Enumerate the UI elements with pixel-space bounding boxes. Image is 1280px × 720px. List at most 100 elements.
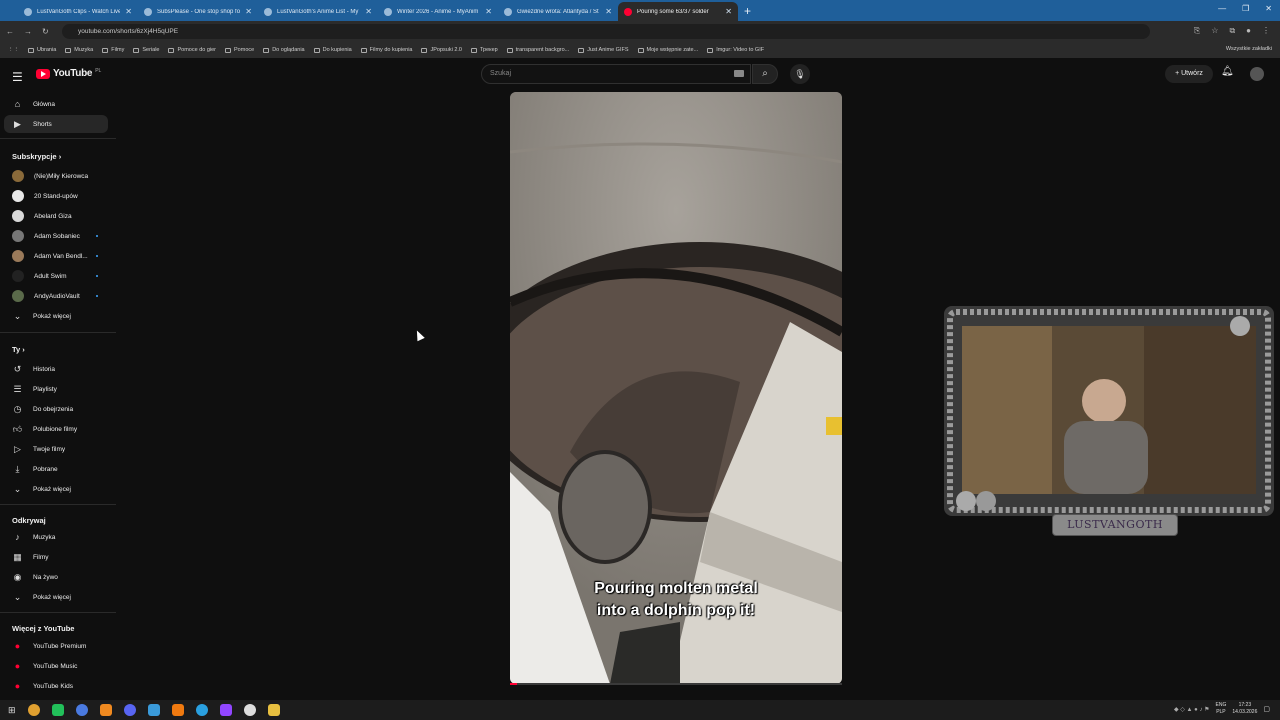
browser-taskbar-icon[interactable] [75, 704, 88, 716]
live-icon: ◉ [13, 571, 22, 582]
url-field[interactable]: youtube.com/shorts/6zXj4H5qUPE [62, 24, 1150, 39]
sidebar-section-header[interactable]: Ty › [12, 345, 25, 354]
keyboard-icon[interactable] [734, 70, 744, 77]
bookmark-item[interactable]: transparent backgro... [506, 47, 569, 53]
maximize-icon[interactable]: ❐ [1242, 4, 1249, 13]
sidebar-item[interactable]: ▷ Twoje filmy [4, 440, 108, 458]
bookmark-item[interactable]: JPopsuki 2.0 [421, 47, 462, 53]
bookmark-item[interactable]: Do kupienia [313, 47, 352, 53]
sidebar-item[interactable]: ⌄ Pokaż więcej [4, 307, 108, 325]
browser-tab[interactable]: LustVanGoth's Anime List - My ✕ [258, 2, 378, 21]
language-indicator[interactable]: ENG PLP [1216, 702, 1227, 716]
bookmark-item[interactable]: Filmy do kupienia [360, 47, 412, 53]
tab-close-icon[interactable]: ✕ [365, 7, 372, 16]
bookmark-label: Ubrania [37, 47, 57, 53]
sidebar-item[interactable]: ⌄ Pokaż więcej [4, 480, 108, 498]
telegram-taskbar-icon[interactable] [195, 704, 208, 716]
channel-avatar [12, 270, 24, 282]
sidebar-item[interactable]: ● YouTube Music [4, 657, 108, 675]
bookmark-item[interactable]: Just Anime GIFS [578, 47, 629, 53]
sidebar-item[interactable]: ● YouTube Premium [4, 637, 108, 655]
sidebar-item[interactable]: ⌄ Pokaż więcej [4, 588, 108, 606]
notification-center-icon[interactable]: ▢ [1263, 705, 1270, 713]
youtube-logo[interactable]: YouTube PL [36, 68, 101, 79]
bookmark-item[interactable]: Moje wstępnie zate... [637, 47, 698, 53]
subscription-item[interactable]: Adam Van Bendl... [4, 247, 108, 265]
create-button[interactable]: + Utwórz [1165, 65, 1213, 83]
close-icon[interactable]: ✕ [1265, 4, 1272, 13]
bookmark-item[interactable]: Ubrania [28, 47, 56, 53]
sidebar-section-header[interactable]: Odkrywaj [12, 516, 46, 525]
bookmark-item[interactable]: Pomoce do gier [168, 47, 216, 53]
bookmark-star-icon[interactable]: ☆ [1211, 26, 1218, 36]
sidebar-item[interactable]: ⌂ Główna [4, 95, 108, 113]
install-icon[interactable]: ⎘ [1194, 26, 1200, 36]
all-bookmarks-button[interactable]: Wszystkie zakładki [1226, 46, 1272, 52]
bookmark-item[interactable]: Imgur: Video to GIF [707, 47, 764, 53]
folder-taskbar-icon[interactable] [267, 704, 280, 716]
discord-taskbar-icon[interactable] [123, 704, 136, 716]
minimize-icon[interactable]: — [1218, 4, 1226, 13]
subscription-item[interactable]: (Nie)Miły Kierowca [4, 167, 108, 185]
sidebar-item[interactable]: 👍︎ Polubione filmy [4, 420, 108, 438]
sidebar-item[interactable]: ↺ Historia [4, 360, 108, 378]
browser-tab[interactable]: Winter 2026 - Anime - MyAnim ✕ [378, 2, 498, 21]
video-progress-bar[interactable] [510, 683, 842, 685]
sidebar-item[interactable]: ⤓ Pobrane [4, 460, 108, 478]
short-video-player[interactable]: Pouring molten metal into a dolphin pop … [510, 92, 842, 684]
browser-tab[interactable]: Gwiezdne wrota: Atlantyda / St ✕ [498, 2, 618, 21]
notifications-bell-icon[interactable]: 🔔︎ [1221, 66, 1234, 77]
browser-tab[interactable]: Pouring some 63/37 solder ✕ [618, 2, 738, 21]
sidebar-item[interactable]: ◉ Na żywo [4, 568, 108, 586]
subscription-item[interactable]: 20 Stand-upów [4, 187, 108, 205]
start-icon[interactable]: ⊞ [8, 705, 16, 716]
browser-tab[interactable]: LustVanGoth Clips - Watch Live ✕ [18, 2, 138, 21]
profile-icon[interactable]: ● [1246, 26, 1251, 36]
bookmark-item[interactable]: Filmy [102, 47, 124, 53]
tab-close-icon[interactable]: ✕ [245, 7, 252, 16]
sidebar-section-header[interactable]: Subskrypcje › [12, 152, 61, 161]
guide-menu-icon[interactable]: ☰ [12, 70, 23, 84]
search-button[interactable]: ⌕ [752, 64, 778, 84]
tab-close-icon[interactable]: ✕ [605, 7, 612, 16]
clock[interactable]: 17:23 14.03.2026 [1232, 702, 1257, 716]
subscription-item[interactable]: Adam Sobaniec [4, 227, 108, 245]
app-taskbar-icon[interactable] [147, 704, 160, 716]
reload-icon[interactable]: ↻ [42, 27, 49, 36]
bookmark-item[interactable]: Seriale [133, 47, 159, 53]
obs-taskbar-icon[interactable] [243, 704, 256, 716]
new-tab-button[interactable]: + [744, 2, 751, 21]
extensions-icon[interactable]: ⧉ [1229, 26, 1235, 36]
bookmark-item[interactable]: Muzyka [65, 47, 93, 53]
bookmark-item[interactable]: Трекер [470, 47, 498, 53]
subscription-item[interactable]: Abelard Giza [4, 207, 108, 225]
apps-icon[interactable]: ⋮⋮ [8, 47, 19, 53]
tab-close-icon[interactable]: ✕ [485, 7, 492, 16]
sidebar-item[interactable]: ▦ Filmy [4, 548, 108, 566]
back-icon[interactable]: ← [6, 27, 14, 36]
subscription-item[interactable]: Adult Swim [4, 267, 108, 285]
subscription-item[interactable]: AndyAudioVault [4, 287, 108, 305]
chrome-taskbar-icon[interactable] [27, 704, 40, 716]
sidebar-section-header[interactable]: Więcej z YouTube [12, 624, 74, 633]
sidebar-item[interactable]: ♪ Muzyka [4, 528, 108, 546]
sidebar-item[interactable]: ▶ Shorts [4, 115, 108, 133]
search-input[interactable]: Szukaj [481, 64, 751, 84]
menu-icon[interactable]: ⋮ [1262, 26, 1270, 36]
voice-search-button[interactable]: 🎙︎ [790, 64, 810, 84]
tab-close-icon[interactable]: ✕ [725, 7, 732, 16]
sidebar-item[interactable]: ◷ Do obejrzenia [4, 400, 108, 418]
tab-close-icon[interactable]: ✕ [125, 7, 132, 16]
spotify-taskbar-icon[interactable] [51, 704, 64, 716]
tray-icons[interactable]: ◆ ◇ ▲ ● ♪ ⚑ [1174, 706, 1210, 713]
twitch-taskbar-icon[interactable] [219, 704, 232, 716]
bookmark-item[interactable]: Pomoce [225, 47, 254, 53]
cone-taskbar-icon[interactable] [171, 704, 184, 716]
bookmark-item[interactable]: Do oglądania [263, 47, 305, 53]
sidebar-item[interactable]: ☰ Playlisty [4, 380, 108, 398]
sidebar-item[interactable]: ● YouTube Kids [4, 677, 108, 695]
browser-tab[interactable]: SubsPlease - One stop shop fo ✕ [138, 2, 258, 21]
vlc-taskbar-icon[interactable] [99, 704, 112, 716]
forward-icon[interactable]: → [24, 27, 32, 36]
account-avatar[interactable] [1250, 67, 1264, 81]
